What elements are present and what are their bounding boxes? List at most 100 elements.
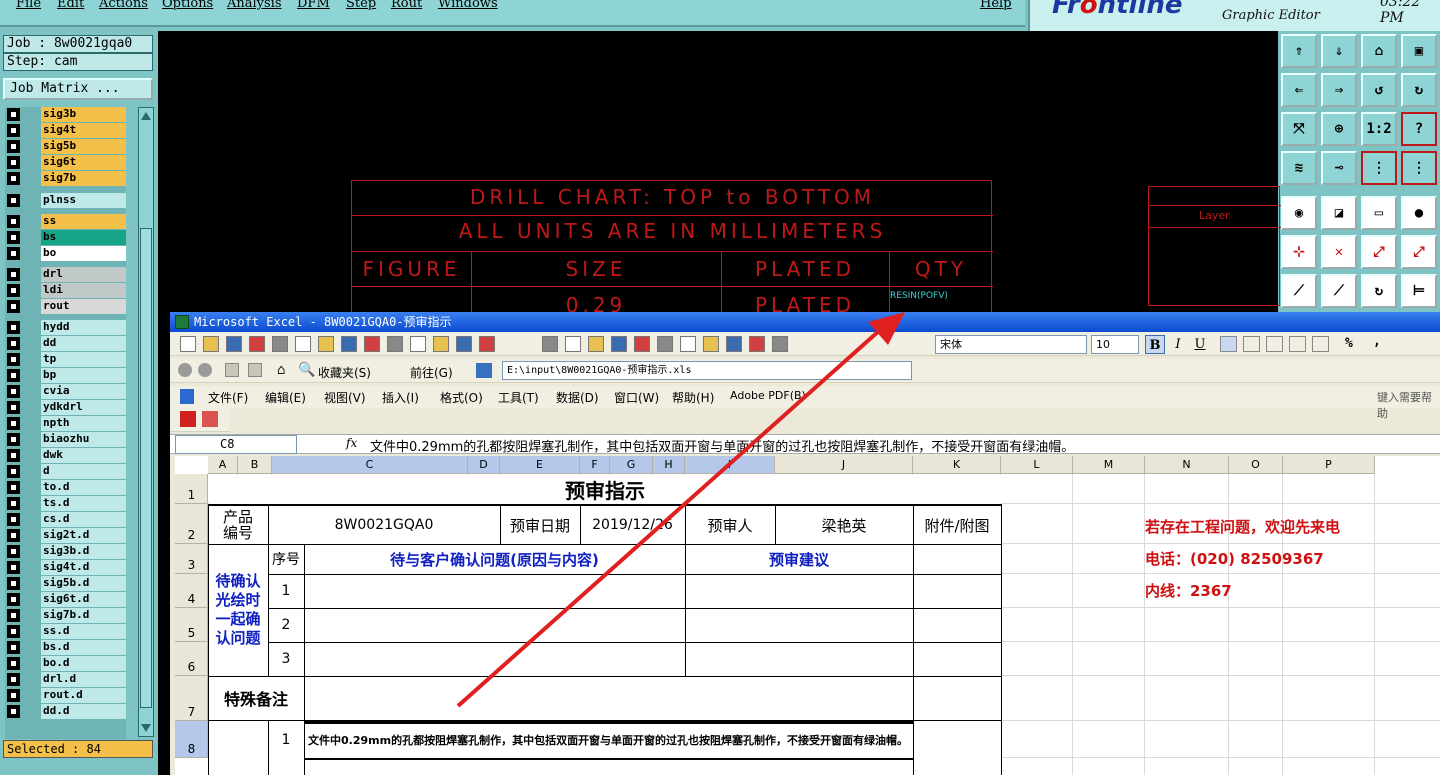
layer-checkbox[interactable] bbox=[7, 108, 20, 121]
suggestion-label[interactable]: 预审建议 bbox=[685, 544, 913, 574]
layer-row[interactable]: sig4t bbox=[5, 123, 126, 138]
layer-name[interactable]: rout.d bbox=[41, 688, 126, 703]
refresh-icon[interactable] bbox=[248, 363, 262, 377]
cut-icon[interactable] bbox=[364, 336, 380, 352]
layer-row[interactable]: cs.d bbox=[5, 512, 126, 527]
menu-dfm[interactable]: DFM bbox=[297, 0, 330, 11]
layer-row[interactable]: sig3b bbox=[5, 107, 126, 122]
layer-row[interactable]: to.d bbox=[5, 480, 126, 495]
redo-page-icon[interactable]: ↻ bbox=[1401, 73, 1437, 107]
italic-button[interactable]: I bbox=[1168, 335, 1188, 354]
worksheet-grid[interactable]: A B C D E F G H I J K L M N O P 1 2 3 4 5 6 7 8 预审指示 产品编号 8W0021GQ… bbox=[175, 456, 1440, 775]
layer-name[interactable]: drl bbox=[41, 267, 126, 282]
layer-checkbox[interactable] bbox=[7, 369, 20, 382]
layer-checkbox[interactable] bbox=[7, 481, 20, 494]
layer-name[interactable]: ydkdrl bbox=[41, 400, 126, 415]
layer-checkbox[interactable] bbox=[7, 156, 20, 169]
layer-name[interactable]: ss.d bbox=[41, 624, 126, 639]
layer-name[interactable]: sig4t bbox=[41, 123, 126, 138]
row-header[interactable]: 8 bbox=[175, 721, 208, 758]
pdf-icon[interactable] bbox=[180, 411, 196, 427]
save-icon[interactable] bbox=[226, 336, 242, 352]
layer-checkbox[interactable] bbox=[7, 172, 20, 185]
layer-name[interactable]: sig7b bbox=[41, 171, 126, 186]
paste-icon[interactable] bbox=[410, 336, 426, 352]
menu-file-cn[interactable]: 文件(F) bbox=[208, 389, 248, 406]
layer-name[interactable]: sig6t.d bbox=[41, 592, 126, 607]
layer-row[interactable]: rout.d bbox=[5, 688, 126, 703]
currency-icon[interactable] bbox=[1312, 336, 1329, 352]
layer-name[interactable]: ldi bbox=[41, 283, 126, 298]
layer-row[interactable]: ts.d bbox=[5, 496, 126, 511]
percent-style-button[interactable]: % bbox=[1345, 336, 1353, 351]
remark-text-cell[interactable]: 文件中0.29mm的孔都按阻焊塞孔制作，其中包括双面开窗与单面开窗的过孔也按阻焊… bbox=[306, 724, 912, 757]
layer-checkbox[interactable] bbox=[7, 625, 20, 638]
comma-style-button[interactable]: , bbox=[1373, 334, 1381, 349]
scroll-thumb[interactable] bbox=[140, 228, 152, 708]
down-page-icon[interactable]: ⇓ bbox=[1321, 34, 1357, 68]
layer-checkbox[interactable] bbox=[7, 231, 20, 244]
layer-checkbox[interactable] bbox=[7, 401, 20, 414]
window-icon[interactable]: ▣ bbox=[1401, 34, 1437, 68]
layer-name[interactable]: bo bbox=[41, 246, 126, 261]
menu-edit-cn[interactable]: 编辑(E) bbox=[265, 389, 306, 406]
layer-checkbox[interactable] bbox=[7, 247, 20, 260]
font-size-select[interactable]: 10 bbox=[1091, 335, 1139, 354]
layer-row[interactable]: bp bbox=[5, 368, 126, 383]
column-header[interactable]: K bbox=[913, 456, 1001, 474]
date-label[interactable]: 预审日期 bbox=[500, 506, 580, 544]
menu-step[interactable]: Step bbox=[346, 0, 376, 11]
sheet-title[interactable]: 预审指示 bbox=[208, 474, 1002, 504]
column-header[interactable]: H bbox=[653, 456, 685, 474]
menu-analysis[interactable]: Analysis bbox=[227, 0, 282, 11]
layer-name[interactable]: sig6t bbox=[41, 155, 126, 170]
layer-name[interactable]: biaozhu bbox=[41, 432, 126, 447]
pdf-mail-icon[interactable] bbox=[202, 411, 218, 427]
research-icon[interactable] bbox=[341, 336, 357, 352]
layer-checkbox[interactable] bbox=[7, 194, 20, 207]
layer-checkbox[interactable] bbox=[7, 417, 20, 430]
layer-row[interactable]: bs.d bbox=[5, 640, 126, 655]
layer-checkbox[interactable] bbox=[7, 268, 20, 281]
layer-row[interactable]: bs bbox=[5, 230, 126, 245]
column-header[interactable]: M bbox=[1073, 456, 1145, 474]
undo-page-icon[interactable]: ↺ bbox=[1361, 73, 1397, 107]
reviewer-label[interactable]: 预审人 bbox=[685, 506, 775, 544]
contact-ext[interactable]: 内线：2367 bbox=[1145, 578, 1405, 602]
layer-name[interactable]: dd.d bbox=[41, 704, 126, 719]
menu-actions[interactable]: Actions bbox=[99, 0, 148, 11]
underline-button[interactable]: U bbox=[1190, 335, 1210, 354]
layer-checkbox[interactable] bbox=[7, 689, 20, 702]
draw-b-icon[interactable] bbox=[611, 336, 627, 352]
undo-icon[interactable] bbox=[456, 336, 472, 352]
layer-name[interactable]: to.d bbox=[41, 480, 126, 495]
image-icon[interactable] bbox=[542, 336, 558, 352]
layer-row[interactable]: biaozhu bbox=[5, 432, 126, 447]
menu-windows[interactable]: Windows bbox=[438, 0, 498, 11]
layer-name[interactable]: sig3b bbox=[41, 107, 126, 122]
name-box[interactable]: C8 bbox=[175, 435, 297, 454]
print-icon[interactable] bbox=[272, 336, 288, 352]
font-select[interactable]: 宋体 bbox=[935, 335, 1087, 354]
left-page-icon[interactable]: ⇐ bbox=[1281, 73, 1317, 107]
layer-checkbox[interactable] bbox=[7, 337, 20, 350]
layer-name[interactable]: sig5b bbox=[41, 139, 126, 154]
align-right-icon[interactable] bbox=[1266, 336, 1283, 352]
line-a-icon[interactable]: ⟋ bbox=[1281, 274, 1317, 308]
product-label[interactable]: 产品编号 bbox=[208, 506, 268, 544]
layer-name[interactable]: sig5b.d bbox=[41, 576, 126, 591]
row-header[interactable]: 4 bbox=[175, 574, 208, 608]
?-icon[interactable]: ? bbox=[1401, 112, 1437, 146]
remark-seq[interactable]: 1 bbox=[268, 721, 304, 758]
contact-note[interactable]: 若存在工程问题，欢迎先来电 bbox=[1145, 514, 1405, 538]
menu-tools-cn[interactable]: 工具(T) bbox=[498, 389, 539, 406]
open-icon[interactable] bbox=[203, 336, 219, 352]
snap-a-icon[interactable]: ⋮ bbox=[1361, 151, 1397, 185]
layer-checkbox[interactable] bbox=[7, 497, 20, 510]
seq-label[interactable]: 序号 bbox=[268, 544, 304, 574]
permission-icon[interactable] bbox=[249, 336, 265, 352]
layer-checkbox[interactable] bbox=[7, 513, 20, 526]
layer-scrollbar[interactable] bbox=[138, 107, 154, 737]
fit-icon[interactable]: ⤧ bbox=[1281, 112, 1317, 146]
menu-file[interactable]: File bbox=[16, 0, 41, 11]
